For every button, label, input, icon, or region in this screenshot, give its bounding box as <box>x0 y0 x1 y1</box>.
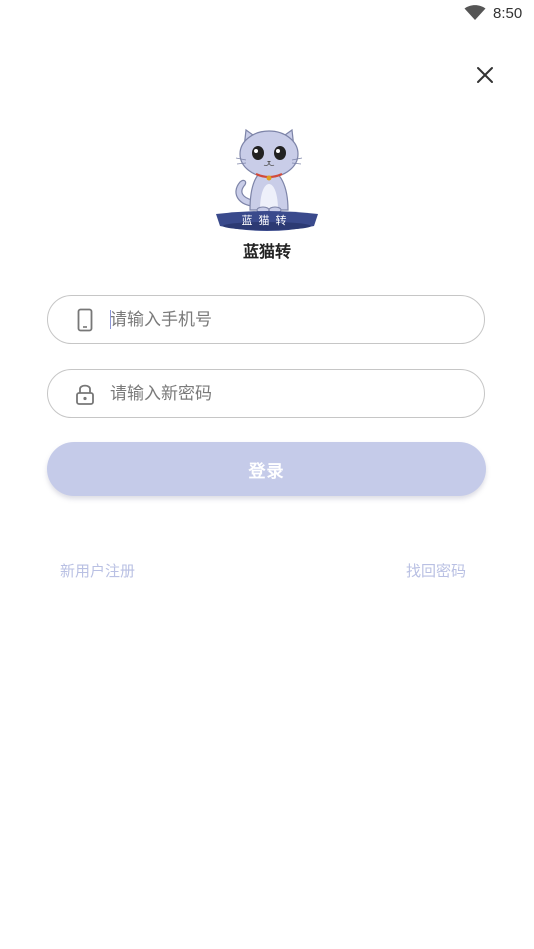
password-input[interactable] <box>110 378 450 409</box>
forgot-password-link[interactable]: 找回密码 <box>406 560 466 581</box>
logo-banner-text: 蓝猫转 <box>242 213 293 227</box>
app-logo: 蓝猫转 <box>210 124 324 236</box>
lock-icon <box>74 381 96 407</box>
password-field[interactable] <box>47 369 485 418</box>
register-link[interactable]: 新用户注册 <box>60 560 135 581</box>
status-bar: 8:50 <box>0 0 534 28</box>
phone-field[interactable] <box>47 295 485 344</box>
status-time: 8:50 <box>493 5 523 22</box>
wifi-icon <box>464 5 486 20</box>
close-button[interactable] <box>470 60 500 90</box>
text-caret <box>110 310 111 329</box>
phone-icon <box>74 307 96 333</box>
phone-input[interactable] <box>110 304 450 335</box>
close-icon <box>477 67 493 83</box>
app-name: 蓝猫转 <box>242 242 291 261</box>
login-button[interactable]: 登录 <box>47 442 486 496</box>
